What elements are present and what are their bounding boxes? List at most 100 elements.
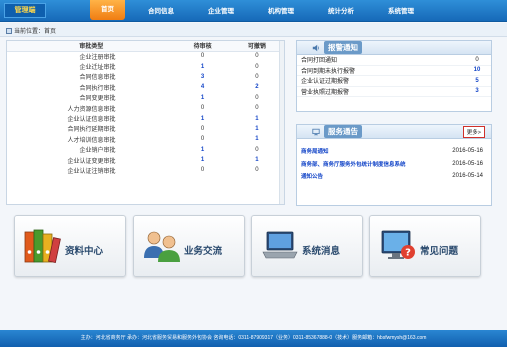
table-row[interactable]: 合同执行延期审批 0 1 (7, 124, 284, 134)
pending-count: 0 (200, 167, 205, 174)
pending-count[interactable]: 1 (175, 93, 229, 103)
revocable-count[interactable]: 1 (230, 155, 284, 165)
revocable-count: 0 (255, 146, 259, 153)
tile-label: 系统消息 (302, 246, 341, 257)
audit-type-cell: 企业注册审批 (79, 54, 116, 61)
laptop-icon (262, 231, 298, 259)
audit-type-cell: 企业迁址审批 (79, 65, 116, 72)
nav-statistics[interactable]: 统计分析 (311, 0, 371, 22)
tile-system-messages[interactable]: 系统消息 (251, 215, 363, 277)
nav-system[interactable]: 系统管理 (371, 0, 431, 22)
more-link[interactable]: 更多> (462, 126, 485, 138)
col-type: 审批类型 (7, 41, 176, 52)
pending-count[interactable]: 1 (175, 145, 229, 155)
pending-count: 0 (200, 105, 205, 112)
nav-enterprise[interactable]: 企业管理 (191, 0, 251, 22)
audit-table: 审批类型 待审核 可撤销 企业注册审批 0 0 企业迁址审批 1 0 合同信息审批 3 0 合同执… (7, 41, 284, 176)
audit-type-cell: 人力资源信息审批 (67, 106, 116, 113)
revocable-count: 0 (255, 73, 259, 80)
pending-count[interactable]: 3 (175, 72, 229, 82)
notices-panel: 服务通告 更多> 商务局通知 2016-05-16 商务部、商务厅服务外包统计制度信… (296, 124, 492, 206)
alerts-panel: 报警通知 合同打回通知 0 合同到期未执行报警 10 企业认证过期报警 5 营业执照过期报警… (296, 40, 492, 112)
audit-type-cell: 人才培训信息审批 (67, 137, 116, 144)
revocable-count[interactable]: 1 (230, 113, 284, 123)
table-row[interactable]: 企业认证信息审批 1 1 (7, 113, 284, 124)
tile-resource-center[interactable]: 资料中心 (14, 215, 126, 277)
alert-item[interactable]: 营业执照过期报警 3 (297, 87, 491, 97)
scrollbar[interactable] (279, 41, 284, 204)
revocable-count[interactable]: 1 (230, 124, 284, 134)
pending-count[interactable]: 1 (175, 113, 229, 123)
alert-item[interactable]: 合同到期未执行报警 10 (297, 66, 491, 76)
nav-home[interactable]: 首页 (90, 0, 125, 20)
breadcrumb: 当前位置：首页 (6, 26, 56, 35)
audit-type-cell: 合同执行延期审批 (67, 127, 116, 134)
brand-logo: 管理端 (4, 3, 46, 18)
table-row[interactable]: 合同执行审批 4 2 (7, 82, 284, 92)
alert-item[interactable]: 企业认证过期报警 5 (297, 76, 491, 87)
table-row[interactable]: 企业认证注销审批 0 0 (7, 165, 284, 175)
alert-count: 3 (475, 88, 479, 95)
tile-label: 业务交流 (184, 246, 223, 257)
table-row[interactable]: 企业销户审批 1 0 (7, 145, 284, 155)
nav-institutions[interactable]: 机构管理 (251, 0, 311, 22)
audit-type-cell: 合同变更审批 (79, 96, 116, 103)
pending-count[interactable]: 1 (175, 61, 229, 71)
notice-item[interactable]: 通知公告 2016-05-14 (297, 170, 491, 183)
tile-faq[interactable]: ? 常见问题 (369, 215, 481, 277)
breadcrumb-text: 当前位置：首页 (14, 29, 57, 35)
table-row[interactable]: 企业注册审批 0 0 (7, 51, 284, 61)
notice-link[interactable]: 商务部、商务厅服务外包统计制度信息系统 (301, 160, 452, 168)
notice-link[interactable]: 通知公告 (301, 172, 452, 180)
table-row[interactable]: 合同变更审批 1 0 (7, 93, 284, 103)
help-monitor-icon: ? (381, 230, 415, 259)
notice-item[interactable]: 商务部、商务厅服务外包统计制度信息系统 2016-05-16 (297, 158, 491, 171)
tile-business-exchange[interactable]: 业务交流 (133, 215, 245, 277)
alert-label: 营业执照过期报警 (301, 89, 350, 96)
revocable-count: 0 (255, 53, 259, 60)
monitor-icon (312, 128, 320, 135)
table-row[interactable]: 企业迁址审批 1 0 (7, 61, 284, 72)
audit-type-cell: 企业认证注销审批 (67, 168, 116, 175)
notice-date: 2016-05-14 (452, 173, 483, 180)
alert-count: 10 (473, 67, 481, 74)
table-row[interactable]: 人力资源信息审批 0 0 (7, 103, 284, 113)
notices-header: 服务通告 更多> (297, 125, 491, 139)
audit-type-cell: 合同信息审批 (79, 75, 116, 82)
tile-label: 常见问题 (420, 246, 459, 257)
alert-label: 合同到期未执行报警 (301, 68, 356, 75)
notices-title: 服务通告 (324, 125, 362, 138)
notice-date: 2016-05-16 (452, 148, 483, 155)
revocable-count[interactable]: 1 (230, 134, 284, 144)
audit-type-cell: 企业认证信息审批 (67, 117, 116, 124)
table-row[interactable]: 合同信息审批 3 0 (7, 72, 284, 82)
col-pending: 待审核 (175, 41, 230, 52)
audit-type-cell: 合同执行审批 (79, 85, 116, 92)
alerts-header: 报警通知 (297, 41, 491, 55)
audit-type-cell: 企业认证变更审批 (67, 158, 116, 165)
svg-text:?: ? (405, 248, 411, 259)
table-row[interactable]: 人才培训信息审批 0 1 (7, 134, 284, 144)
pending-count[interactable]: 1 (175, 155, 229, 165)
footer: 主办：河北省商务厅 承办：河北省服务贸易和服务外包协会 咨询电话：0311-87… (0, 330, 507, 347)
audit-table-panel: 审批类型 待审核 可撤销 企业注册审批 0 0 企业迁址审批 1 0 合同信息审批 3 0 合同执… (6, 40, 285, 205)
col-revocable: 可撤销 (229, 41, 284, 52)
revocable-count[interactable]: 2 (230, 82, 284, 92)
pending-count[interactable]: 4 (175, 82, 229, 92)
notice-item[interactable]: 商务局通知 2016-05-16 (297, 145, 491, 158)
revocable-count: 0 (255, 63, 259, 70)
table-row[interactable]: 企业认证变更审批 1 1 (7, 155, 284, 165)
speaker-icon (312, 44, 319, 51)
alert-count: 0 (475, 56, 479, 63)
home-icon (6, 27, 12, 34)
binders-icon (24, 229, 61, 264)
breadcrumb-bar: 当前位置：首页 (0, 23, 507, 37)
nav-contracts[interactable]: 合同信息 (131, 0, 191, 22)
revocable-count: 0 (255, 94, 259, 101)
alert-item[interactable]: 合同打回通知 0 (297, 55, 491, 66)
notice-link[interactable]: 商务局通知 (301, 147, 452, 155)
alerts-title: 报警通知 (324, 41, 362, 54)
people-icon (144, 231, 180, 262)
revocable-count: 0 (255, 105, 259, 112)
main-nav: 首页 合同信息 企业管理 机构管理 统计分析 系统管理 (90, 0, 431, 22)
